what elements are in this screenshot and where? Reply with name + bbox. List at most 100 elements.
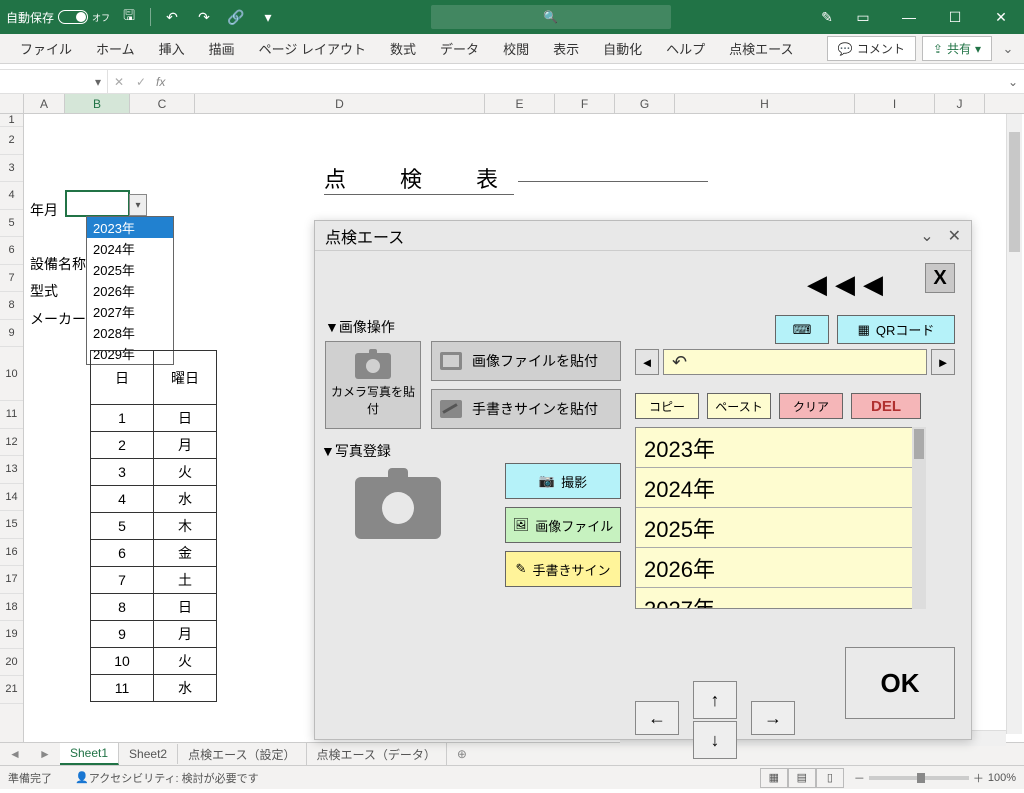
expand-formula-bar-icon[interactable]: ⌄ — [1002, 75, 1024, 89]
autosave-toggle[interactable]: 自動保存 オフ — [6, 9, 110, 26]
back-triangles[interactable]: ◀◀◀ — [807, 269, 891, 300]
minimize-button[interactable]: — — [886, 0, 932, 34]
list-item[interactable]: 2025年 — [636, 508, 922, 548]
reg-imagefile-button[interactable]: 🖼画像ファイル — [505, 507, 621, 543]
zoom-out-button[interactable]: － — [854, 770, 865, 786]
ribbon-collapse-icon[interactable]: ⌄ — [1002, 41, 1014, 57]
name-box[interactable]: ▾ — [0, 70, 108, 93]
zoom-in-button[interactable]: ＋ — [973, 770, 984, 786]
dropdown-option[interactable]: 2026年 — [87, 280, 173, 301]
ribbon-display-icon[interactable]: ▭ — [840, 0, 886, 34]
share-button[interactable]: ⇪共有 ▾ — [922, 36, 992, 61]
zoom-slider[interactable] — [869, 776, 969, 780]
dropdown-option[interactable]: 2023年 — [87, 217, 173, 238]
list-scrollbar[interactable] — [912, 427, 926, 609]
list-item[interactable]: 2026年 — [636, 548, 922, 588]
row-2[interactable]: 2 — [0, 127, 23, 155]
row-12[interactable]: 12 — [0, 429, 23, 457]
col-d[interactable]: D — [195, 94, 485, 113]
dropdown-option[interactable]: 2024年 — [87, 238, 173, 259]
col-j[interactable]: J — [935, 94, 985, 113]
row-20[interactable]: 20 — [0, 649, 23, 677]
cell-dropdown-button[interactable]: ▾ — [129, 194, 147, 216]
tab-view[interactable]: 表示 — [543, 33, 589, 64]
dropdown-option[interactable]: 2025年 — [87, 259, 173, 280]
col-c[interactable]: C — [130, 94, 195, 113]
attach-icon[interactable]: 🔗 — [223, 4, 249, 30]
clear-x-button[interactable]: X — [925, 263, 955, 293]
row-6[interactable]: 6 — [0, 237, 23, 265]
zoom-level[interactable]: 100% — [988, 772, 1016, 784]
col-i[interactable]: I — [855, 94, 935, 113]
tab-help[interactable]: ヘルプ — [656, 33, 715, 64]
list-item[interactable]: 2024年 — [636, 468, 922, 508]
tab-review[interactable]: 校閲 — [493, 33, 539, 64]
col-a[interactable]: A — [24, 94, 65, 113]
select-all-cell[interactable] — [0, 94, 24, 113]
undo-icon[interactable]: ↶ — [159, 4, 185, 30]
nav-up-button[interactable]: ↑ — [693, 681, 737, 719]
dropdown-option[interactable]: 2028年 — [87, 322, 173, 343]
sheet-tab[interactable]: 点検エース（データ） — [307, 743, 447, 766]
row-7[interactable]: 7 — [0, 265, 23, 293]
nav-down-button[interactable]: ↓ — [693, 721, 737, 759]
col-e[interactable]: E — [485, 94, 555, 113]
col-g[interactable]: G — [615, 94, 675, 113]
row-14[interactable]: 14 — [0, 484, 23, 512]
more-icon[interactable]: ▾ — [255, 4, 281, 30]
tab-home[interactable]: ホーム — [86, 33, 145, 64]
copy-button[interactable]: コピー — [635, 393, 699, 419]
sheet-tab[interactable]: Sheet1 — [60, 743, 119, 765]
nav-left-button[interactable]: ← — [635, 701, 679, 735]
tab-file[interactable]: ファイル — [10, 33, 82, 64]
clear-button[interactable]: クリア — [779, 393, 843, 419]
tab-page-layout[interactable]: ページ レイアウト — [249, 33, 376, 64]
row-11[interactable]: 11 — [0, 401, 23, 429]
redo-icon[interactable]: ↷ — [191, 4, 217, 30]
tab-formulas[interactable]: 数式 — [380, 33, 426, 64]
tab-data[interactable]: データ — [430, 33, 489, 64]
row-4[interactable]: 4 — [0, 182, 23, 210]
delete-button[interactable]: DEL — [851, 393, 921, 419]
row-19[interactable]: 19 — [0, 621, 23, 649]
ok-button[interactable]: OK — [845, 647, 955, 719]
col-b[interactable]: B — [65, 94, 130, 113]
keyboard-button[interactable]: ⌨ — [775, 315, 829, 344]
row-16[interactable]: 16 — [0, 539, 23, 567]
tab-draw[interactable]: 描画 — [199, 33, 245, 64]
comments-button[interactable]: 💬コメント — [827, 36, 916, 61]
paste-button[interactable]: ペースト — [707, 393, 771, 419]
handwrite-paste-button[interactable]: 手書きサインを貼付 — [431, 389, 621, 429]
tab-tenken-ace[interactable]: 点検エース — [719, 33, 803, 64]
tab-nav-prev[interactable]: ◄ — [9, 747, 21, 761]
row-15[interactable]: 15 — [0, 511, 23, 539]
dropdown-option[interactable]: 2027年 — [87, 301, 173, 322]
prev-button[interactable]: ◄ — [635, 349, 659, 375]
row-1[interactable]: 1 — [0, 114, 23, 127]
tab-automate[interactable]: 自動化 — [593, 33, 652, 64]
camera-paste-button[interactable]: カメラ写真を貼付 — [325, 341, 421, 429]
maximize-button[interactable]: ☐ — [932, 0, 978, 34]
cancel-edit-icon[interactable]: ✕ — [108, 75, 130, 89]
active-cell-b4[interactable]: ▾ — [65, 190, 130, 217]
qrcode-button[interactable]: ▦QRコード — [837, 315, 955, 344]
sheet-tab[interactable]: Sheet2 — [119, 744, 178, 764]
row-18[interactable]: 18 — [0, 594, 23, 622]
confirm-edit-icon[interactable]: ✓ — [130, 75, 152, 89]
view-normal-icon[interactable]: ▦ — [760, 768, 788, 788]
tab-nav-next[interactable]: ► — [39, 747, 51, 761]
reg-shoot-button[interactable]: 📷撮影 — [505, 463, 621, 499]
pane-collapse-icon[interactable]: ⌄ — [920, 226, 933, 246]
row-13[interactable]: 13 — [0, 456, 23, 484]
view-page-layout-icon[interactable]: ▤ — [788, 768, 816, 788]
row-9[interactable]: 9 — [0, 320, 23, 348]
row-8[interactable]: 8 — [0, 292, 23, 320]
vertical-scrollbar[interactable] — [1006, 114, 1022, 734]
quick-access-icon[interactable]: ✎ — [814, 4, 840, 30]
col-f[interactable]: F — [555, 94, 615, 113]
add-sheet-button[interactable]: ⊕ — [447, 747, 477, 761]
search-box[interactable]: 🔍 — [431, 5, 671, 29]
row-21[interactable]: 21 — [0, 676, 23, 704]
nav-right-button[interactable]: → — [751, 701, 795, 735]
pane-close-icon[interactable]: ✕ — [948, 226, 961, 246]
